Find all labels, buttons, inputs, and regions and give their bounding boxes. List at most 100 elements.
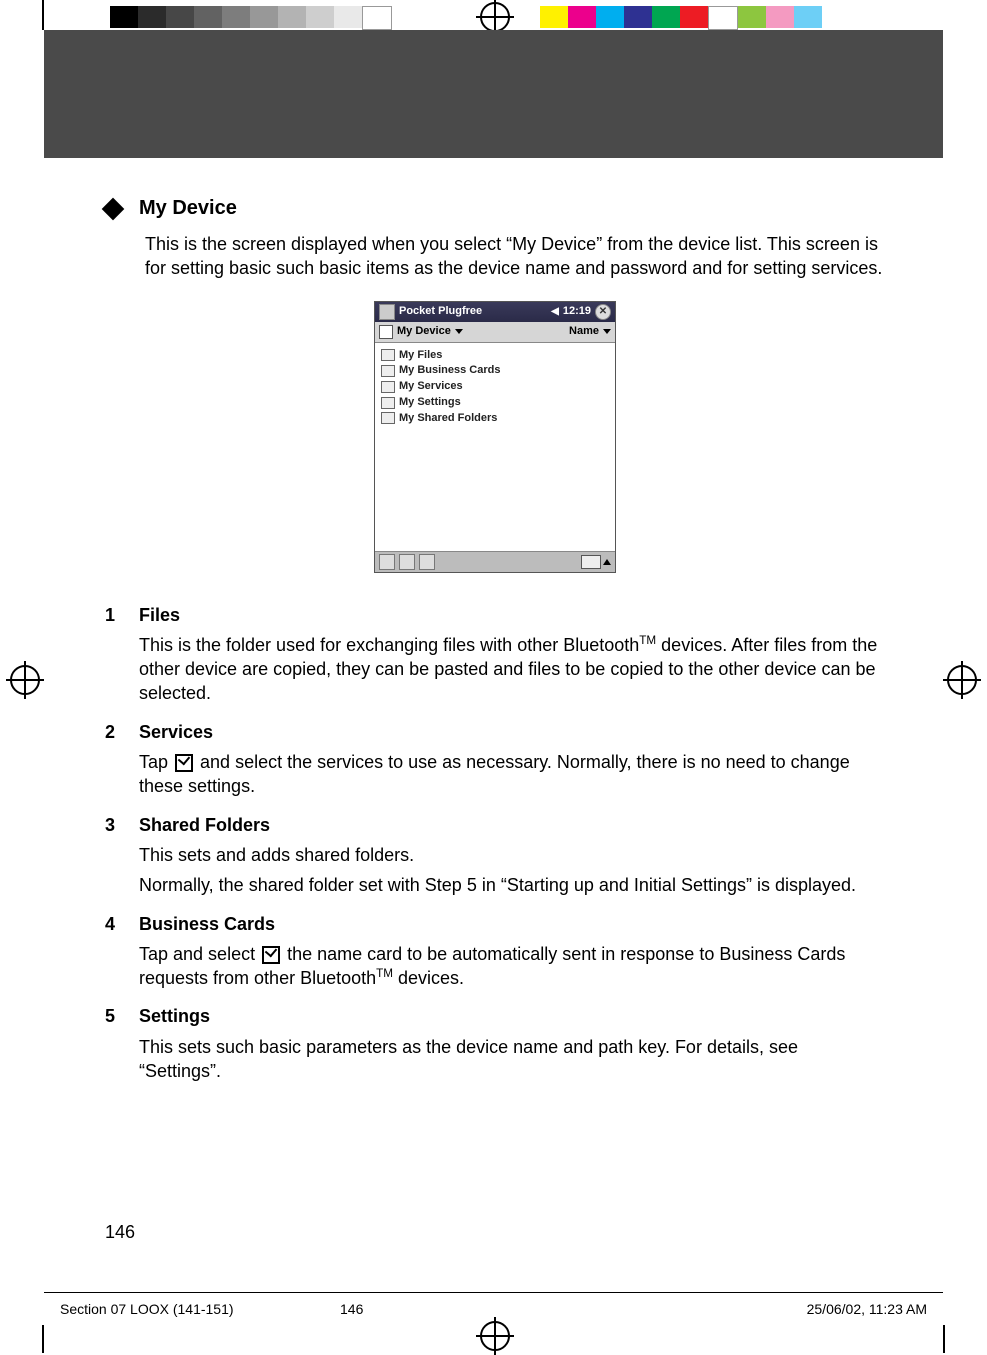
registration-mark-icon: [480, 1321, 510, 1351]
item-body: Services Tap and select the services to u…: [139, 720, 885, 805]
item-body: FilesThis is the folder used for exchang…: [139, 603, 885, 712]
item-body: Shared Folders This sets and adds shared …: [139, 813, 885, 904]
swatch: [306, 6, 334, 28]
list-item-label: My Services: [399, 379, 463, 394]
close-icon[interactable]: ✕: [595, 304, 611, 320]
paragraph: Tap and select the services to use as ne…: [139, 750, 885, 799]
paragraph: This sets and adds shared folders.: [139, 843, 885, 867]
numbered-item: 2Services Tap and select the services to …: [105, 720, 885, 805]
footer-rule: [44, 1292, 943, 1293]
toolbar-icon[interactable]: [419, 554, 435, 570]
item-number: 3: [105, 813, 139, 904]
chevron-down-icon: [455, 329, 463, 334]
paragraph: Tap and select the name card to be autom…: [139, 942, 885, 991]
swatch: [652, 6, 680, 28]
screenshot-bottombar: [375, 551, 615, 572]
swatch: [680, 6, 708, 28]
item-title: Services: [139, 720, 885, 744]
numbered-item: 3Shared Folders This sets and adds shared…: [105, 813, 885, 904]
swatch: [362, 6, 392, 30]
screenshot-titlebar: Pocket Plugfree ◀ 12:19 ✕: [375, 302, 615, 322]
swatch: [624, 6, 652, 28]
swatch: [540, 6, 568, 28]
folder-icon: [381, 381, 395, 393]
swatch: [166, 6, 194, 28]
device-dropdown[interactable]: My Device: [379, 324, 463, 339]
item-number: 1: [105, 603, 139, 712]
list-item-label: My Settings: [399, 395, 461, 410]
section-title: My Device: [139, 195, 237, 222]
swatch: [794, 6, 822, 28]
item-title: Shared Folders: [139, 813, 885, 837]
swatch: [110, 6, 138, 28]
swatch: [278, 6, 306, 28]
paragraph: Normally, the shared folder set with Ste…: [139, 873, 885, 897]
device-dropdown-label: My Device: [397, 324, 451, 339]
clock-time[interactable]: 12:19: [563, 304, 591, 319]
item-body: Business Cards Tap and select the name ca…: [139, 912, 885, 997]
folder-icon: [381, 397, 395, 409]
list-item[interactable]: My Services: [381, 379, 609, 394]
crop-mark: [943, 1325, 945, 1353]
page-header-band: [44, 30, 943, 158]
device-screenshot: Pocket Plugfree ◀ 12:19 ✕ My Device Name: [374, 301, 616, 573]
swatch: [222, 6, 250, 28]
print-footer: Section 07 LOOX (141-151) 146 25/06/02, …: [60, 1301, 927, 1317]
list-item[interactable]: My Business Cards: [381, 363, 609, 378]
numbered-list: 1FilesThis is the folder used for exchan…: [105, 603, 885, 1090]
swatch: [738, 6, 766, 28]
checkbox-icon: [175, 754, 193, 772]
screenshot-list: My FilesMy Business CardsMy ServicesMy S…: [375, 343, 615, 551]
numbered-item: 1FilesThis is the folder used for exchan…: [105, 603, 885, 712]
device-icon: [379, 325, 393, 339]
folder-icon: [381, 365, 395, 377]
list-item[interactable]: My Settings: [381, 395, 609, 410]
keyboard-icon: [581, 555, 601, 569]
folder-icon: [381, 349, 395, 361]
swatch: [596, 6, 624, 28]
intro-paragraph: This is the screen displayed when you se…: [145, 232, 885, 281]
swatch: [766, 6, 794, 28]
folder-icon: [381, 412, 395, 424]
speaker-icon[interactable]: ◀: [551, 305, 559, 319]
toolbar-icon[interactable]: [399, 554, 415, 570]
item-number: 2: [105, 720, 139, 805]
footer-page-center: 146: [340, 1301, 363, 1317]
chevron-up-icon: [603, 559, 611, 565]
swatch: [334, 6, 362, 28]
sort-dropdown[interactable]: Name: [569, 324, 611, 339]
crop-mark: [42, 1325, 44, 1353]
app-title: Pocket Plugfree: [399, 304, 482, 319]
item-title: Settings: [139, 1004, 885, 1028]
list-item-label: My Shared Folders: [399, 411, 497, 426]
swatch: [138, 6, 166, 28]
list-item-label: My Files: [399, 348, 442, 363]
nav-back-icon[interactable]: [379, 554, 395, 570]
swatch: [194, 6, 222, 28]
color-bar-process: [540, 6, 822, 28]
swatch: [708, 6, 738, 30]
registration-mark-icon: [10, 665, 40, 695]
swatch: [250, 6, 278, 28]
sip-keyboard-button[interactable]: [581, 555, 611, 569]
sort-label: Name: [569, 324, 599, 339]
chevron-down-icon: [603, 329, 611, 334]
paragraph: This sets such basic parameters as the d…: [139, 1035, 885, 1084]
numbered-item: 5Settings This sets such basic parameters…: [105, 1004, 885, 1089]
paragraph: This is the folder used for exchanging f…: [139, 633, 885, 706]
registration-mark-icon: [480, 2, 510, 32]
footer-filename: Section 07 LOOX (141-151): [60, 1301, 234, 1317]
item-number: 5: [105, 1004, 139, 1089]
start-flag-icon[interactable]: [379, 304, 395, 320]
swatch: [568, 6, 596, 28]
screenshot-toolbar: My Device Name: [375, 322, 615, 343]
section-heading: My Device: [105, 195, 885, 222]
footer-date: 25/06/02, 11:23 AM: [807, 1301, 927, 1317]
numbered-item: 4Business Cards Tap and select the name c…: [105, 912, 885, 997]
crop-mark: [42, 0, 44, 30]
list-item[interactable]: My Shared Folders: [381, 411, 609, 426]
item-title: Business Cards: [139, 912, 885, 936]
list-item[interactable]: My Files: [381, 348, 609, 363]
registration-mark-icon: [947, 665, 977, 695]
item-number: 4: [105, 912, 139, 997]
